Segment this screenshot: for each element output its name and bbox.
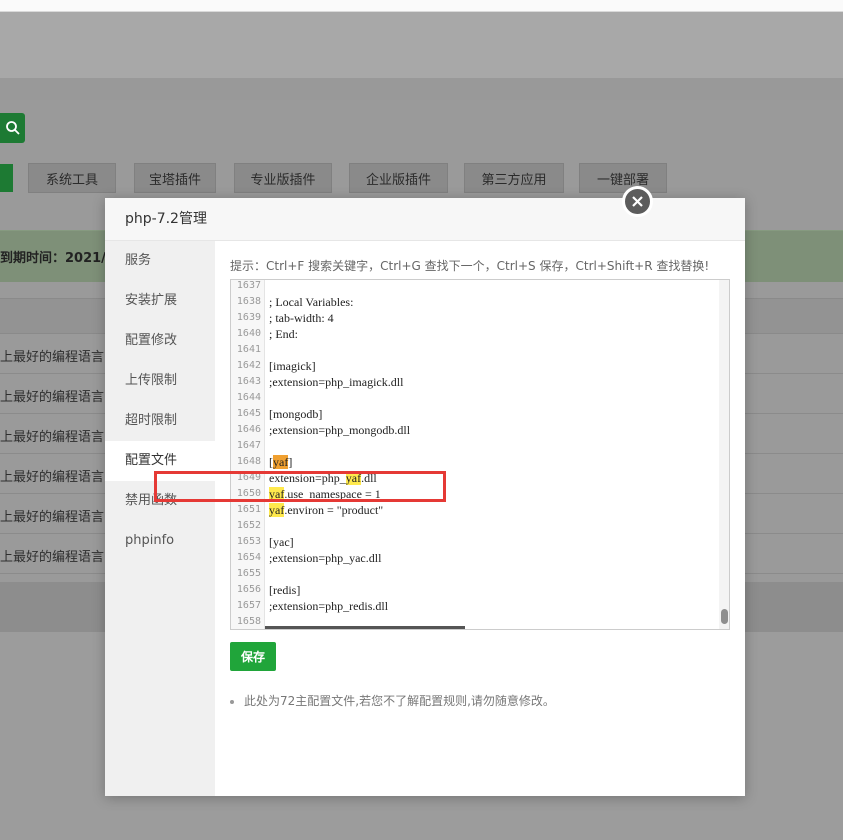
browser-top-strip: [0, 0, 843, 12]
nav-bt-plugins-button[interactable]: 宝塔插件: [134, 163, 216, 193]
code-segment: ]: [288, 455, 293, 469]
code-line[interactable]: 1643 ;extension=php_imagick.dll: [231, 374, 711, 390]
save-button[interactable]: 保存: [230, 642, 276, 671]
code-text: ; Local Variables:: [269, 295, 354, 309]
code-line[interactable]: 1639 ; tab-width: 4: [231, 310, 711, 326]
header-band: [0, 12, 843, 78]
code-line[interactable]: 1657 ;extension=php_redis.dll: [231, 598, 711, 614]
code-line[interactable]: 1640 ; End:: [231, 326, 711, 342]
search-button[interactable]: [0, 113, 25, 143]
config-note-text: 此处为72主配置文件,若您不了解配置规则,请勿随意修改。: [244, 694, 555, 708]
search-icon: [5, 121, 20, 135]
search-match-highlight: yaf: [269, 503, 285, 517]
line-number: 1654: [236, 552, 261, 563]
sidebar-item-service[interactable]: 服务: [105, 241, 215, 281]
code-line[interactable]: 1647: [231, 438, 711, 454]
nav-active-tab[interactable]: [0, 164, 13, 192]
code-text: ;extension=php_yac.dll: [269, 551, 382, 565]
horizontal-scrollbar[interactable]: [265, 626, 721, 629]
line-number: 1648: [236, 456, 261, 467]
search-match-highlight: yaf: [273, 455, 289, 469]
config-editor[interactable]: 1637 1638 ; Local Variables: 1639 ; tab-widt…: [230, 279, 730, 630]
line-number: 1657: [236, 600, 261, 611]
sidebar-item-phpinfo[interactable]: phpinfo: [105, 521, 215, 561]
line-number: 1641: [236, 344, 261, 355]
nav-enterprise-plugins-button[interactable]: 企业版插件: [349, 163, 448, 193]
code-line[interactable]: 1641: [231, 342, 711, 358]
sidebar-item-timeout-limit[interactable]: 超时限制: [105, 401, 215, 441]
code-text: ; End:: [269, 327, 298, 341]
sidebar-item-install-extension[interactable]: 安装扩展: [105, 281, 215, 321]
row-text: 上最好的编程语言: [0, 350, 105, 365]
line-number: 1638: [236, 296, 261, 307]
code-line[interactable]: 1651 yaf.environ = "product": [231, 502, 711, 518]
sidebar-item-upload-limit[interactable]: 上传限制: [105, 361, 215, 401]
code-text: [yac]: [269, 535, 294, 549]
bullet-icon: [230, 699, 234, 704]
code-text: ;extension=php_imagick.dll: [269, 375, 404, 389]
config-note: 此处为72主配置文件,若您不了解配置规则,请勿随意修改。: [230, 692, 555, 709]
sidebar-item-config-edit[interactable]: 配置修改: [105, 321, 215, 361]
code-line[interactable]: 1655: [231, 566, 711, 582]
annotation-highlight-box: [154, 471, 446, 502]
vertical-scrollbar[interactable]: [719, 280, 729, 629]
code-line[interactable]: 1645 [mongodb]: [231, 406, 711, 422]
code-text: yaf.environ = "product": [269, 502, 383, 518]
code-line[interactable]: 1642 [imagick]: [231, 358, 711, 374]
line-number: 1639: [236, 312, 261, 323]
vertical-scroll-thumb[interactable]: [721, 609, 728, 624]
code-text: [redis]: [269, 583, 301, 597]
code-text: [yaf]: [269, 454, 292, 470]
line-number: 1637: [236, 280, 261, 291]
nav-third-party-button[interactable]: 第三方应用: [464, 163, 564, 193]
row-text: 上最好的编程语言: [0, 430, 105, 445]
row-text: 上最好的编程语言: [0, 470, 105, 485]
code-line[interactable]: 1638 ; Local Variables:: [231, 294, 711, 310]
line-number: 1643: [236, 376, 261, 387]
code-line[interactable]: 1646 ;extension=php_mongodb.dll: [231, 422, 711, 438]
code-text: ; tab-width: 4: [269, 311, 334, 325]
horizontal-scroll-thumb[interactable]: [265, 626, 465, 629]
close-icon: [632, 196, 643, 207]
line-number: 1656: [236, 584, 261, 595]
line-number: 1653: [236, 536, 261, 547]
line-number: 1642: [236, 360, 261, 371]
nav-one-click-deploy-button[interactable]: 一键部署: [579, 163, 667, 193]
editor-lines[interactable]: 1637 1638 ; Local Variables: 1639 ; tab-widt…: [231, 280, 711, 629]
row-text: 上最好的编程语言: [0, 550, 105, 565]
code-text: ;extension=php_redis.dll: [269, 599, 389, 613]
code-line[interactable]: 1648 [yaf]: [231, 454, 711, 470]
close-button[interactable]: [622, 186, 653, 217]
line-number: 1640: [236, 328, 261, 339]
code-segment: .environ = "product": [284, 503, 384, 517]
code-text: [imagick]: [269, 359, 316, 373]
line-number: 1647: [236, 440, 261, 451]
dialog-sidebar: 服务 安装扩展 配置修改 上传限制 超时限制 配置文件 禁用函数 phpinfo: [105, 241, 215, 796]
row-text: 上最好的编程语言: [0, 510, 105, 525]
header-subband: [0, 78, 843, 100]
line-number: 1645: [236, 408, 261, 419]
line-number: 1651: [236, 504, 261, 515]
row-text: 上最好的编程语言: [0, 390, 105, 405]
code-text: ;extension=php_mongodb.dll: [269, 423, 411, 437]
code-line[interactable]: 1653 [yac]: [231, 534, 711, 550]
code-line[interactable]: 1656 [redis]: [231, 582, 711, 598]
line-number: 1644: [236, 392, 261, 403]
nav-pro-plugins-button[interactable]: 专业版插件: [234, 163, 332, 193]
shortcut-hint: 提示：Ctrl+F 搜索关键字，Ctrl+G 查找下一个，Ctrl+S 保存，C…: [230, 259, 710, 273]
line-number: 1655: [236, 568, 261, 579]
dialog-content: 提示：Ctrl+F 搜索关键字，Ctrl+G 查找下一个，Ctrl+S 保存，C…: [215, 241, 745, 796]
line-number: 1646: [236, 424, 261, 435]
line-number: 1658: [236, 616, 261, 627]
code-line[interactable]: 1654 ;extension=php_yac.dll: [231, 550, 711, 566]
code-line[interactable]: 1652: [231, 518, 711, 534]
line-number: 1652: [236, 520, 261, 531]
code-line[interactable]: 1637: [231, 280, 711, 294]
code-text: [mongodb]: [269, 407, 323, 421]
nav-system-tools-button[interactable]: 系统工具: [28, 163, 116, 193]
code-line[interactable]: 1644: [231, 390, 711, 406]
